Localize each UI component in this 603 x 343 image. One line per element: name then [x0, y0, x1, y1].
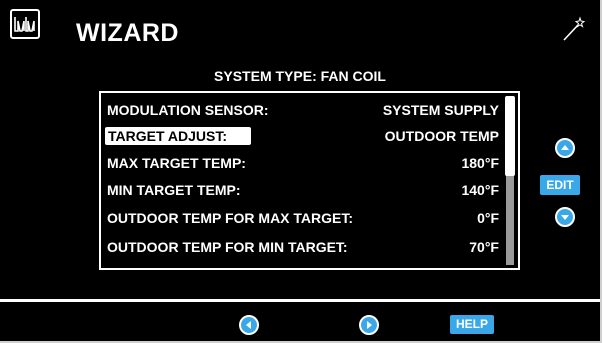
help-button[interactable]: HELP [450, 315, 494, 334]
back-button[interactable] [239, 315, 259, 335]
page-title: WIZARD [76, 19, 179, 47]
chevron-down-icon [561, 215, 569, 220]
chevron-right-icon [367, 321, 372, 329]
setting-row[interactable]: OUTDOOR TEMP FOR MAX TARGET: 0°F [105, 207, 499, 229]
setting-value: SYSTEM SUPPLY [382, 102, 499, 118]
setting-label: MIN TARGET TEMP: [107, 182, 241, 198]
setting-row[interactable]: OUTDOOR TEMP FOR MIN TARGET: 70°F [105, 236, 499, 258]
setting-value: 140°F [461, 182, 499, 198]
setting-value: 0°F [477, 210, 499, 226]
system-type-label: SYSTEM TYPE: FAN COIL [214, 68, 386, 84]
wand-icon[interactable] [561, 16, 587, 42]
setting-label: MODULATION SENSOR: [107, 102, 269, 118]
chevron-left-icon [246, 321, 251, 329]
chevron-up-icon [561, 145, 569, 150]
setting-row[interactable]: MIN TARGET TEMP: 140°F [105, 179, 499, 201]
edit-button[interactable]: EDIT [540, 175, 580, 195]
wizard-screen: WIZARD SYSTEM TYPE: FAN COIL MODULATION … [0, 0, 602, 343]
setting-row[interactable]: TARGET ADJUST: OUTDOOR TEMP [105, 125, 499, 147]
setting-label: OUTDOOR TEMP FOR MAX TARGET: [107, 210, 354, 226]
settings-list: MODULATION SENSOR: SYSTEM SUPPLY TARGET AD… [99, 91, 520, 270]
scroll-up-button[interactable] [555, 138, 575, 158]
setting-value: 180°F [461, 155, 499, 171]
setting-value: OUTDOOR TEMP [384, 128, 499, 144]
logo-mark-icon [14, 17, 35, 32]
setting-label: OUTDOOR TEMP FOR MIN TARGET: [107, 239, 348, 255]
setting-label: MAX TARGET TEMP: [107, 155, 246, 171]
setting-row[interactable]: MAX TARGET TEMP: 180°F [105, 152, 499, 174]
next-button[interactable] [359, 315, 379, 335]
scroll-down-button[interactable] [555, 207, 575, 227]
setting-label: TARGET ADJUST: [105, 127, 251, 145]
footer-divider [0, 299, 600, 302]
setting-value: 70°F [469, 239, 499, 255]
scrollbar-thumb[interactable] [505, 96, 515, 176]
setting-row[interactable]: MODULATION SENSOR: SYSTEM SUPPLY [105, 99, 499, 121]
weil-mclain-logo [10, 9, 40, 39]
